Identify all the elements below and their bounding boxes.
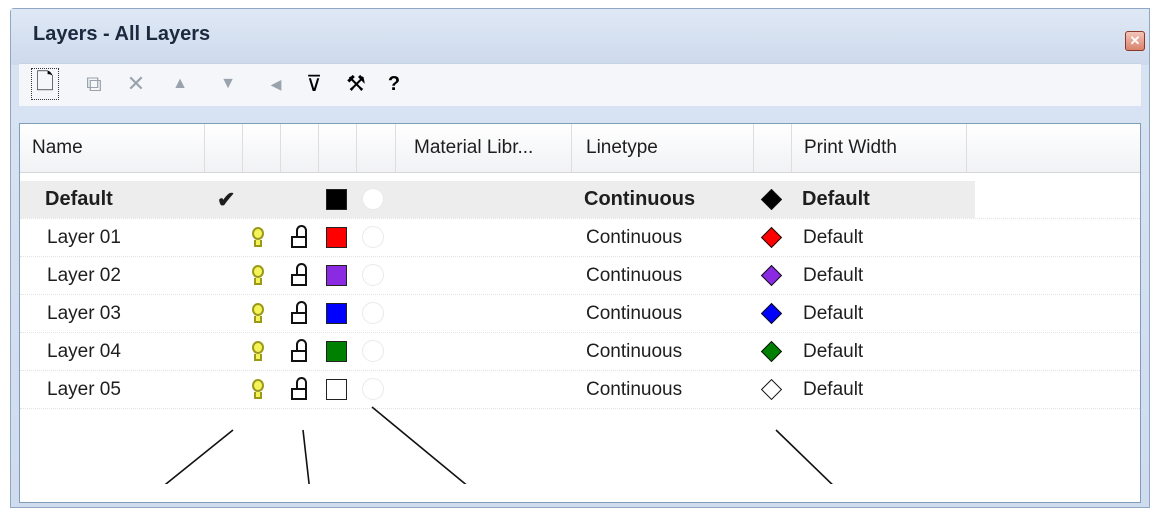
callout-line-locked xyxy=(302,429,310,484)
callout-line-material xyxy=(371,406,467,484)
callout-line-visible xyxy=(164,429,234,484)
callout-lines xyxy=(164,406,833,484)
callout-line-print-width xyxy=(775,429,833,484)
